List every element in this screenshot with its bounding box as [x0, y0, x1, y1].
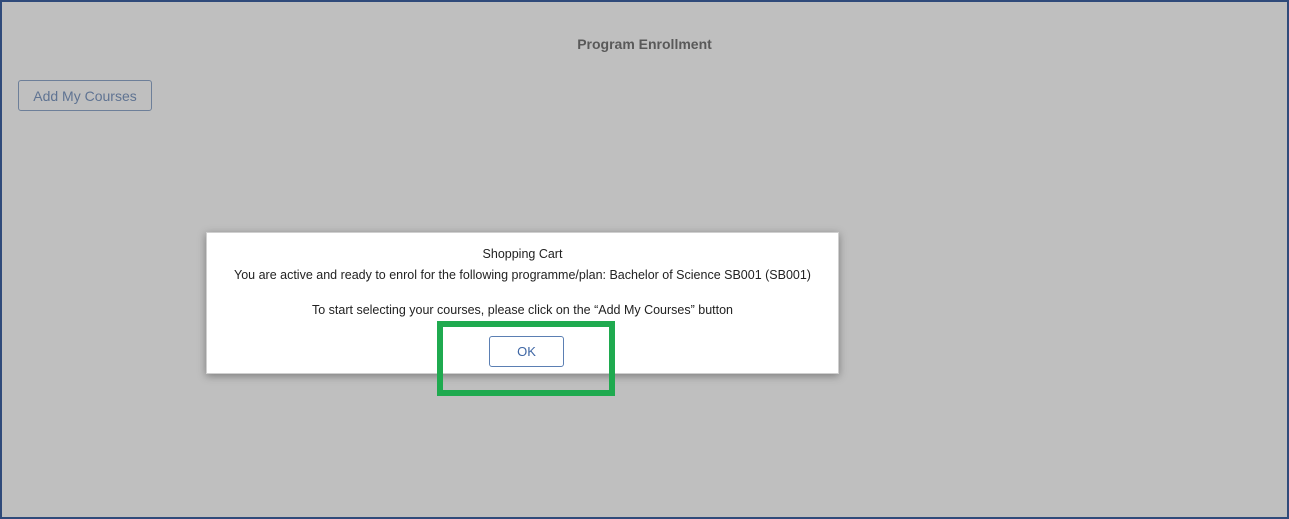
dialog-instruction: To start selecting your courses, please … [311, 303, 734, 317]
dialog-message: You are active and ready to enrol for th… [234, 268, 811, 282]
ok-button[interactable]: OK [489, 336, 564, 367]
shopping-cart-dialog: Shopping Cart You are active and ready t… [206, 232, 839, 374]
dialog-title: Shopping Cart [482, 247, 563, 261]
